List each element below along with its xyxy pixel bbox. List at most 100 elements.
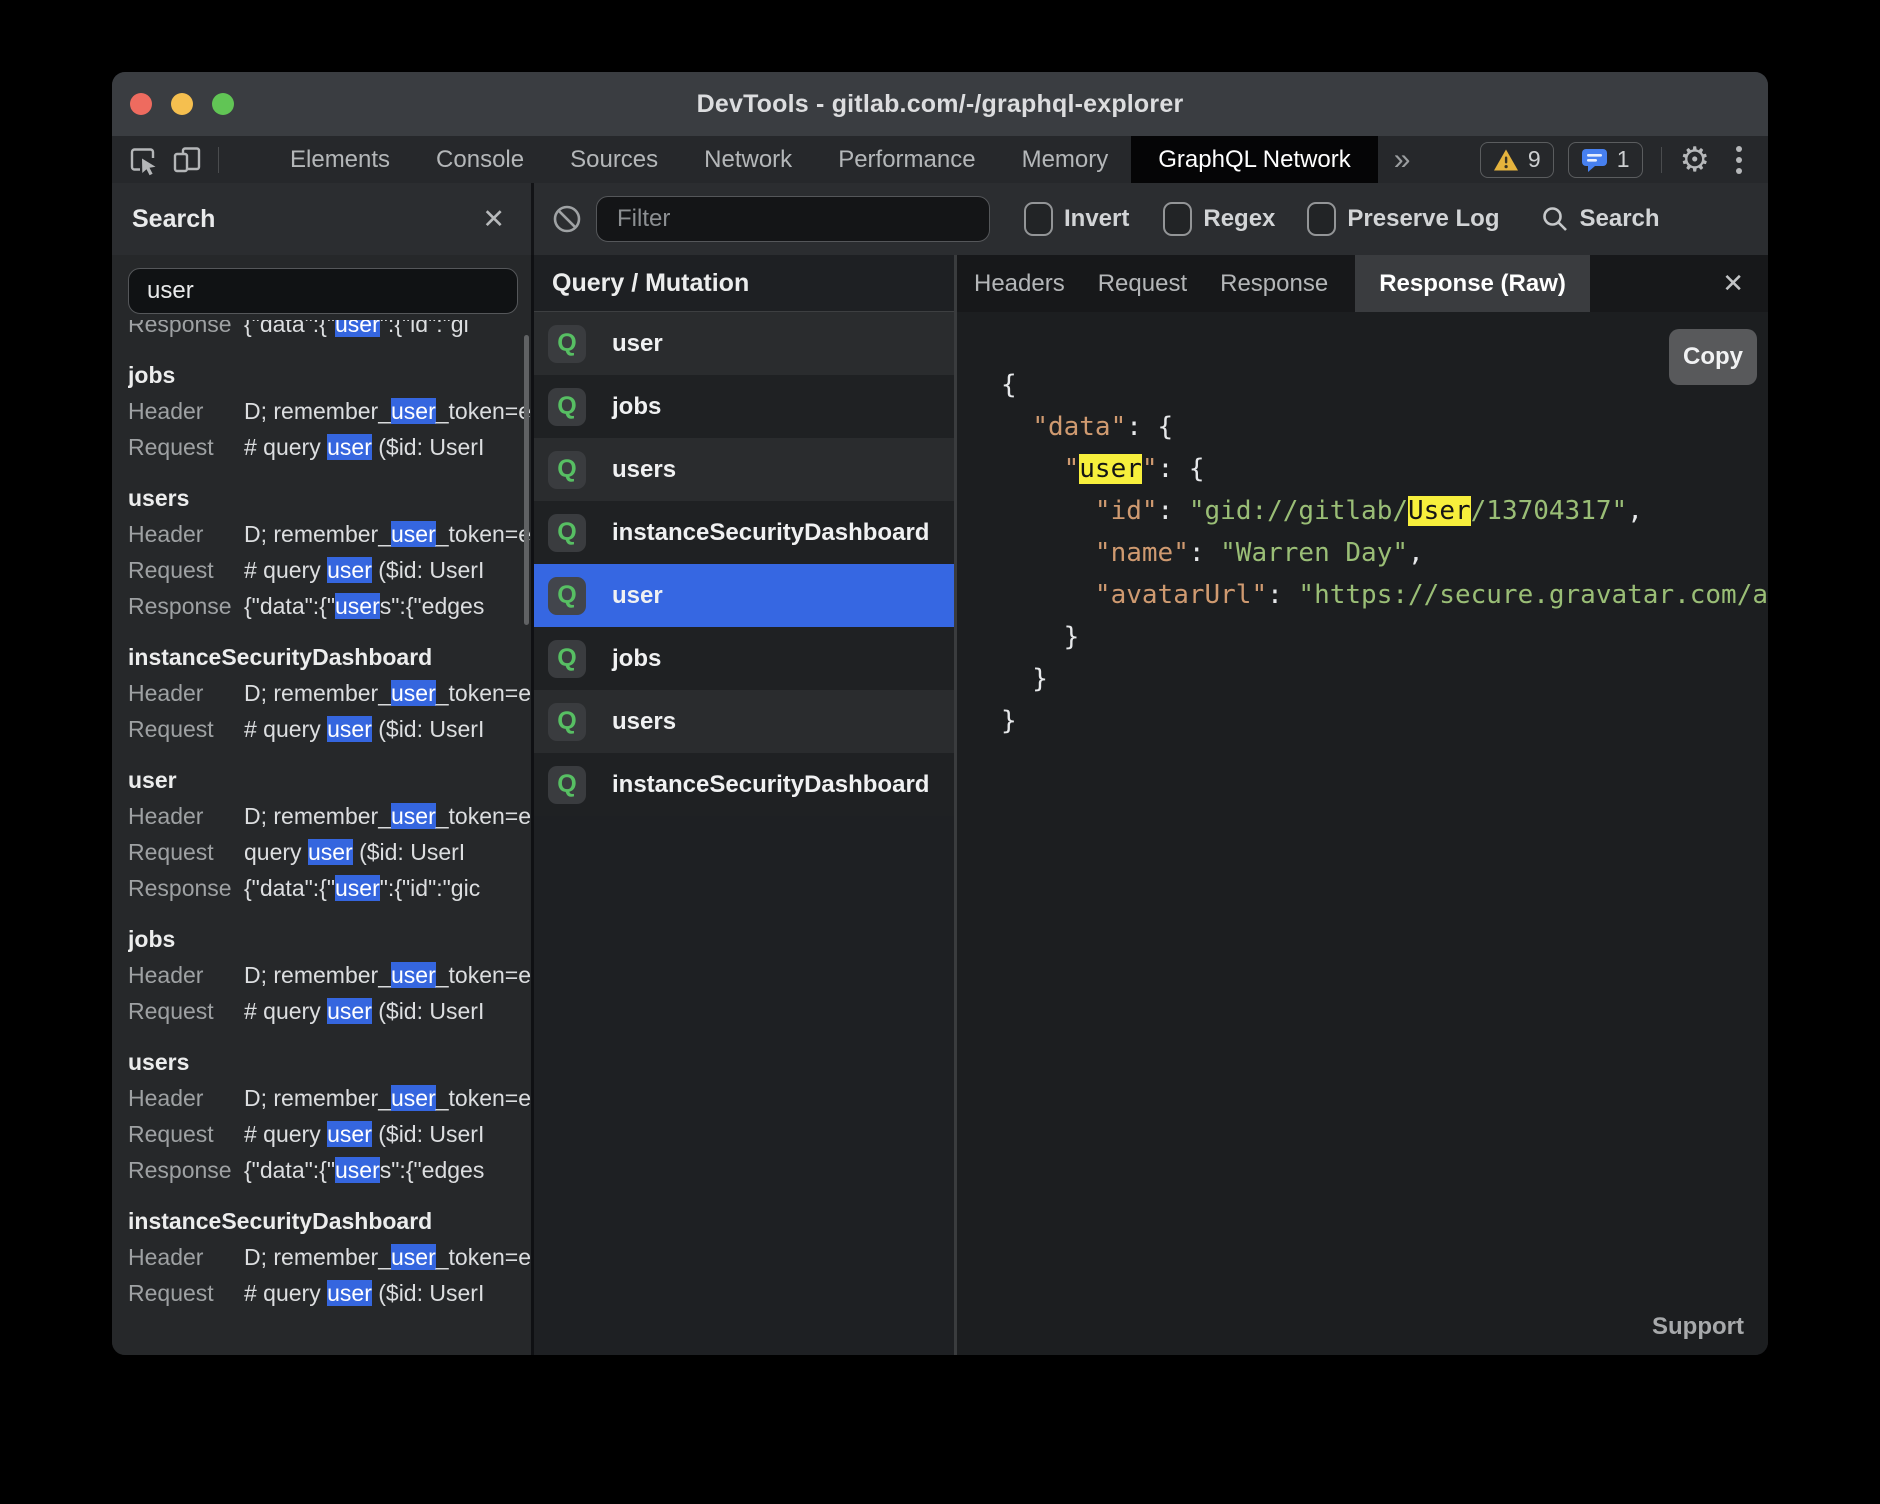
json-line: "data": { bbox=[1001, 406, 1768, 448]
result-row[interactable]: HeaderD; remember_user_token=e bbox=[128, 1239, 531, 1275]
json-token: "https://secure.gravatar.com/avatar bbox=[1298, 580, 1768, 610]
tab-console[interactable]: Console bbox=[413, 136, 547, 183]
match-highlight: user bbox=[391, 803, 436, 829]
minimize-window-button[interactable] bbox=[171, 93, 193, 115]
more-tabs-chevron-icon[interactable]: » bbox=[1394, 143, 1411, 177]
warnings-badge[interactable]: 9 bbox=[1480, 142, 1554, 178]
json-token: : { bbox=[1158, 454, 1205, 484]
result-text: _token=e bbox=[436, 521, 531, 547]
result-row[interactable]: Response{"data":{"users":{"edges bbox=[128, 588, 531, 624]
result-row-label: Header bbox=[128, 675, 234, 711]
query-item-user[interactable]: Quser bbox=[534, 564, 954, 627]
result-text: D; remember_ bbox=[244, 680, 391, 706]
settings-gear-icon[interactable]: ⚙ bbox=[1680, 143, 1710, 177]
query-item-instancesecuritydashboard[interactable]: QinstanceSecurityDashboard bbox=[534, 501, 954, 564]
result-row-label: Header bbox=[128, 393, 234, 429]
json-token bbox=[1001, 412, 1032, 442]
result-row[interactable]: HeaderD; remember_user_token=e bbox=[128, 798, 531, 834]
result-group-header: instanceSecurityDashboard bbox=[128, 639, 531, 675]
left-scrollbar-thumb[interactable] bbox=[524, 335, 529, 625]
close-window-button[interactable] bbox=[130, 93, 152, 115]
result-text: # query bbox=[244, 1280, 327, 1306]
response-tab-request[interactable]: Request bbox=[1098, 270, 1187, 298]
result-row[interactable]: HeaderD; remember_user_token=e bbox=[128, 393, 531, 429]
result-row[interactable]: Request# query user ($id: UserI bbox=[128, 993, 531, 1029]
result-row[interactable]: Request# query user ($id: UserI bbox=[128, 1116, 531, 1152]
response-tab-response[interactable]: Response bbox=[1220, 270, 1328, 298]
warning-count: 9 bbox=[1528, 146, 1541, 173]
tab-elements[interactable]: Elements bbox=[267, 136, 413, 183]
query-item-instancesecuritydashboard[interactable]: QinstanceSecurityDashboard bbox=[534, 753, 954, 816]
result-text: ($id: UserI bbox=[372, 557, 484, 583]
result-group-header: user bbox=[128, 762, 531, 798]
query-item-label: jobs bbox=[612, 645, 661, 673]
close-search-panel-icon[interactable]: ✕ bbox=[482, 204, 505, 235]
result-row[interactable]: Request# query user ($id: UserI bbox=[128, 1275, 531, 1311]
json-token: : bbox=[1189, 538, 1220, 568]
result-row[interactable]: HeaderD; remember_user_token=e bbox=[128, 957, 531, 993]
kebab-menu-icon[interactable] bbox=[1736, 146, 1742, 174]
clear-log-icon[interactable] bbox=[552, 204, 582, 234]
result-row[interactable]: Request# query user ($id: UserI bbox=[128, 552, 531, 588]
query-item-users[interactable]: Qusers bbox=[534, 438, 954, 501]
result-row[interactable]: Response{"data":{"user":{"id":"gi bbox=[128, 320, 469, 342]
query-type-badge: Q bbox=[548, 388, 586, 426]
json-token: , bbox=[1408, 538, 1424, 568]
result-row-value: D; remember_user_token=e bbox=[244, 1239, 531, 1275]
device-toolbar-icon[interactable] bbox=[170, 143, 204, 177]
match-highlight: user bbox=[327, 1121, 372, 1147]
result-row-label: Request bbox=[128, 1116, 234, 1152]
result-row-value: {"data":{"user":{"id":"gic bbox=[244, 870, 480, 906]
tab-graphql-network[interactable]: GraphQL Network bbox=[1131, 136, 1378, 183]
response-tab-response-raw[interactable]: Response (Raw) bbox=[1355, 255, 1590, 312]
json-token: "data" bbox=[1032, 412, 1126, 442]
result-row[interactable]: HeaderD; remember_user_token=e bbox=[128, 675, 531, 711]
result-row-label: Header bbox=[128, 798, 234, 834]
search-toolbar-label[interactable]: Search bbox=[1579, 205, 1659, 233]
json-token: "Warren Day" bbox=[1220, 538, 1408, 568]
result-text: s":{"edges bbox=[380, 593, 485, 619]
query-item-jobs[interactable]: Qjobs bbox=[534, 375, 954, 438]
result-row[interactable]: HeaderD; remember_user_token=e bbox=[128, 516, 531, 552]
result-row[interactable]: Request# query user ($id: UserI bbox=[128, 711, 531, 747]
support-link[interactable]: Support bbox=[1652, 1313, 1744, 1341]
result-text: s":{"edges bbox=[380, 1157, 485, 1183]
checkbox-invert[interactable] bbox=[1024, 202, 1053, 236]
checkbox-regex[interactable] bbox=[1163, 202, 1192, 236]
result-row-value: D; remember_user_token=e bbox=[244, 957, 531, 993]
query-item-label: users bbox=[612, 456, 676, 484]
tab-performance[interactable]: Performance bbox=[815, 136, 998, 183]
window-controls bbox=[130, 93, 234, 115]
json-token: "id" bbox=[1095, 496, 1158, 526]
result-row-label: Request bbox=[128, 552, 234, 588]
response-tab-headers[interactable]: Headers bbox=[974, 270, 1065, 298]
issues-badge[interactable]: 1 bbox=[1568, 142, 1643, 178]
json-line: "user": { bbox=[1001, 448, 1768, 490]
match-highlight: user bbox=[327, 1280, 372, 1306]
zoom-window-button[interactable] bbox=[212, 93, 234, 115]
result-row[interactable]: Request# query user ($id: UserI bbox=[128, 429, 531, 465]
search-query-input[interactable]: user bbox=[128, 268, 518, 314]
result-text: # query bbox=[244, 716, 327, 742]
tab-sources[interactable]: Sources bbox=[547, 136, 681, 183]
close-response-pane-icon[interactable]: ✕ bbox=[1722, 268, 1744, 299]
tab-memory[interactable]: Memory bbox=[999, 136, 1132, 183]
filter-input[interactable]: Filter bbox=[596, 196, 990, 242]
result-text: D; remember_ bbox=[244, 803, 391, 829]
query-item-user[interactable]: Quser bbox=[534, 312, 954, 375]
tab-network[interactable]: Network bbox=[681, 136, 815, 183]
query-item-jobs[interactable]: Qjobs bbox=[534, 627, 954, 690]
inspect-element-icon[interactable] bbox=[126, 143, 160, 177]
checkbox-preserve-log[interactable] bbox=[1307, 202, 1336, 236]
result-row[interactable]: Requestquery user ($id: UserI bbox=[128, 834, 531, 870]
result-row[interactable]: Response{"data":{"users":{"edges bbox=[128, 1152, 531, 1188]
result-row[interactable]: Response{"data":{"user":{"id":"gic bbox=[128, 870, 531, 906]
network-toolbar: Search ✕ Filter InvertRegexPreserve Log bbox=[112, 183, 1768, 255]
panel-tabs: ElementsConsoleSourcesNetworkPerformance… bbox=[267, 136, 1131, 183]
search-icon[interactable] bbox=[1541, 205, 1569, 233]
result-row[interactable]: HeaderD; remember_user_token=e bbox=[128, 1080, 531, 1116]
search-panel-header: Search ✕ bbox=[112, 183, 531, 255]
filter-checkboxes: InvertRegexPreserve Log bbox=[1024, 202, 1499, 236]
result-row-label: Response bbox=[128, 588, 234, 624]
query-item-users[interactable]: Qusers bbox=[534, 690, 954, 753]
